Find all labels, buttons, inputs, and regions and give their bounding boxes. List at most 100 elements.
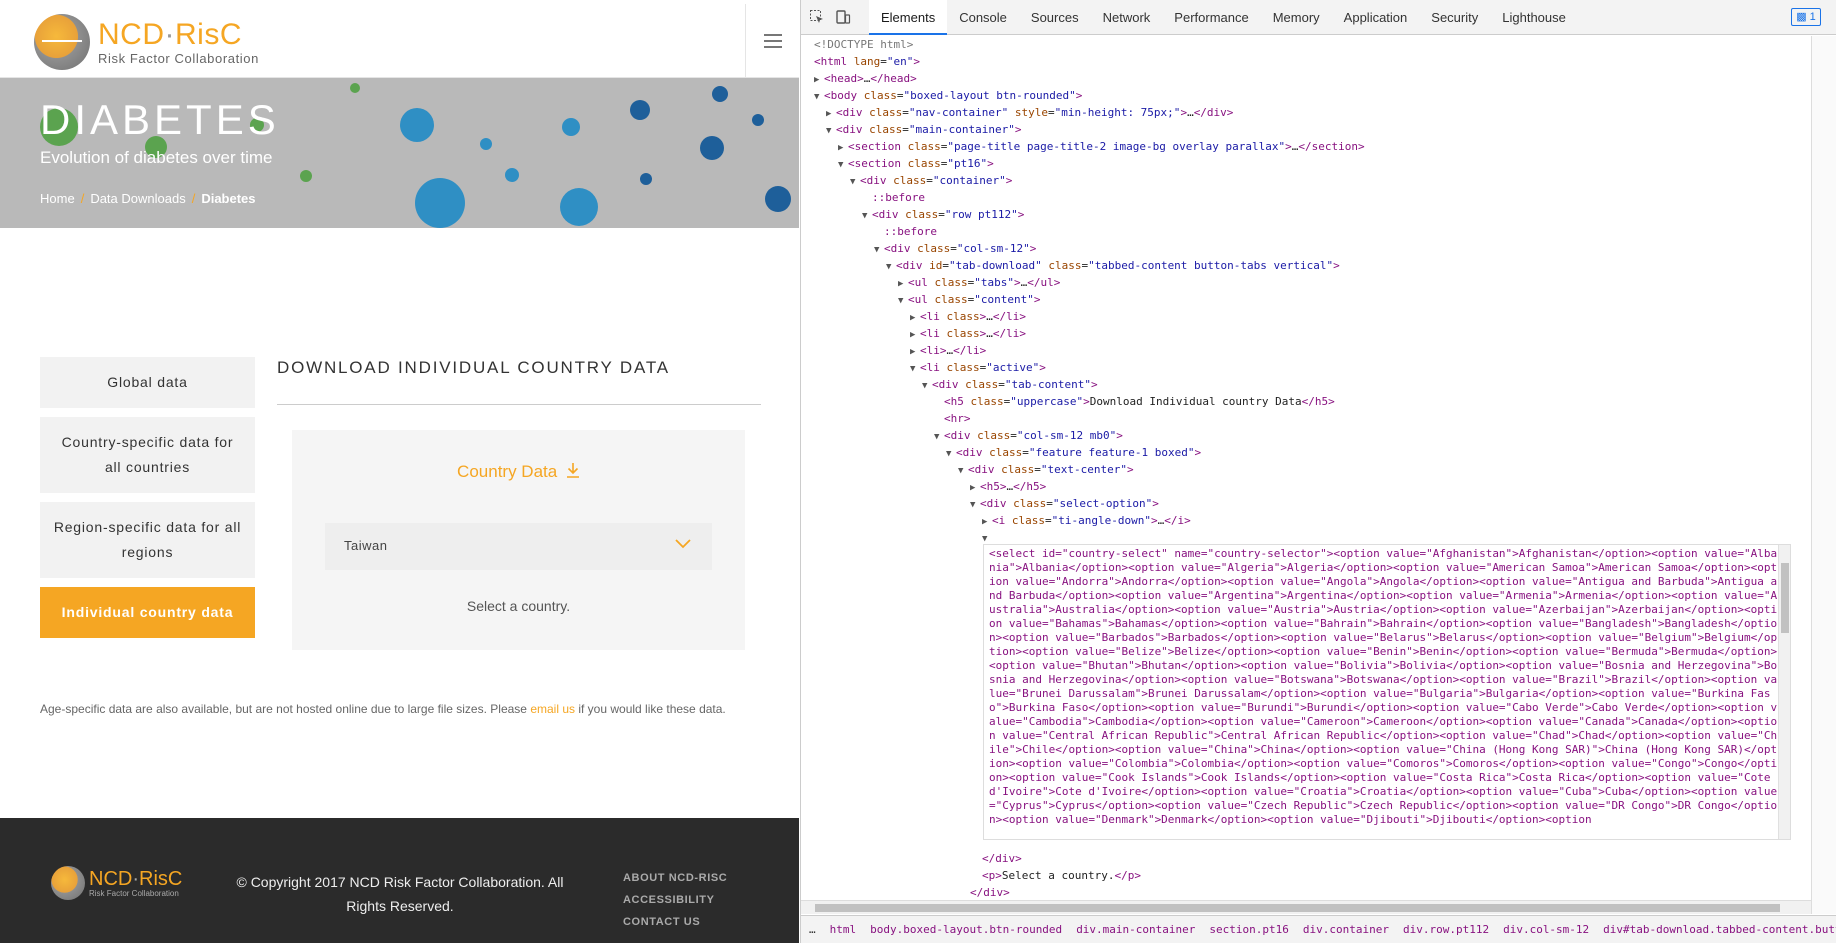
breadcrumb-current: Diabetes (201, 191, 256, 206)
dom-line[interactable]: ▶ <div class="nav-container" style="min-h… (826, 104, 1233, 121)
page-title: DIABETES (40, 96, 280, 143)
breadcrumb-home[interactable]: Home (40, 191, 75, 206)
devtools-tab-lighthouse[interactable]: Lighthouse (1490, 0, 1578, 35)
tab-region-specific-data[interactable]: Region-specific data for all regions (40, 502, 255, 578)
dom-line[interactable]: ▼ <div class="col-sm-12 mb0"> (934, 427, 1123, 444)
country-select[interactable]: Taiwan (325, 523, 712, 570)
dom-line[interactable]: ▶ <li class>…</li> (910, 325, 1026, 342)
dom-line[interactable]: ▼ <div class="feature feature-1 boxed"> (946, 444, 1201, 461)
page-hero: DIABETES Evolution of diabetes over time… (0, 78, 799, 228)
tab-country-specific-data[interactable]: Country-specific data for all countries (40, 417, 255, 493)
footer-links: ABOUT NCD-RISC ACCESSIBILITY CONTACT US (623, 872, 727, 938)
devtools-crumb[interactable]: div.col-sm-12 (1503, 923, 1589, 936)
dom-line[interactable]: </div> (970, 884, 1010, 900)
dom-line[interactable]: <html lang="en"> (814, 53, 920, 70)
dom-line[interactable]: ::before (884, 223, 937, 240)
download-section-title: DOWNLOAD INDIVIDUAL COUNTRY DATA (277, 358, 670, 377)
tab-individual-country-data[interactable]: Individual country data (40, 587, 255, 638)
dom-line[interactable]: <hr> (944, 410, 971, 427)
dom-line[interactable]: ▼ <div class="row pt112"> (862, 206, 1024, 223)
footer-copyright: © Copyright 2017 NCD Risk Factor Collabo… (236, 874, 564, 914)
devtools-tab-sources[interactable]: Sources (1019, 0, 1091, 35)
site-logo[interactable]: NCD·RisC Risk Factor Collaboration (34, 14, 259, 70)
dom-line[interactable]: <h5 class="uppercase">Download Individua… (944, 393, 1335, 410)
country-data-box: Country Data Taiwan Select a country. (292, 430, 745, 650)
devtools-tab-console[interactable]: Console (947, 0, 1019, 35)
dom-line[interactable]: ::before (872, 189, 925, 206)
styles-pane-edge (1811, 36, 1836, 914)
dom-line[interactable]: ▶ <i class="ti-angle-down">…</i> (982, 512, 1191, 529)
device-toolbar-icon[interactable] (835, 9, 851, 25)
horizontal-scrollbar[interactable] (801, 900, 1811, 914)
dom-line[interactable]: ▼ <div class="container"> (850, 172, 1012, 189)
dom-line[interactable]: <!DOCTYPE html> (814, 36, 913, 53)
breadcrumb-data-downloads[interactable]: Data Downloads (90, 191, 185, 206)
country-select-value: Taiwan (344, 538, 388, 553)
dom-line[interactable]: ▼ <li class="active"> (910, 359, 1046, 376)
dom-line[interactable]: ▶ <head>…</head> (814, 70, 917, 87)
devtools-tab-performance[interactable]: Performance (1162, 0, 1260, 35)
dom-line[interactable]: <p>Select a country.</p> (982, 867, 1141, 884)
devtools-crumb[interactable]: section.pt16 (1209, 923, 1288, 936)
dom-line[interactable]: ▶ <li class>…</li> (910, 308, 1026, 325)
chevron-down-icon (675, 539, 691, 549)
dom-line[interactable]: ▼ <div id="tab-download" class="tabbed-co… (886, 257, 1340, 274)
dom-line[interactable]: ▼ <div class="tab-content"> (922, 376, 1098, 393)
age-specific-note: Age-specific data are also available, bu… (40, 702, 726, 716)
select-html-text[interactable]: <select id="country-select" name="countr… (989, 547, 1779, 827)
dom-line[interactable]: ▼ <section class="pt16"> (838, 155, 994, 172)
devtools-tab-elements[interactable]: Elements (869, 0, 948, 35)
editor-scrollbar[interactable] (1778, 545, 1790, 839)
devtools-crumb[interactable]: … (809, 923, 816, 936)
devtools-tab-application[interactable]: Application (1332, 0, 1420, 35)
tab-global-data[interactable]: Global data (40, 357, 255, 408)
inspect-element-icon[interactable] (809, 9, 825, 25)
dom-line[interactable]: ▶ <section class="page-title page-title-2… (838, 138, 1365, 155)
dom-line[interactable]: ▶ <li>…</li> (910, 342, 986, 359)
hamburger-menu-icon[interactable] (764, 34, 782, 48)
devtools-crumb[interactable]: div.row.pt112 (1403, 923, 1489, 936)
devtools-crumb[interactable]: div#tab-download.tabbed-content.button-t… (1603, 923, 1836, 936)
site-footer: NCD·RisC Risk Factor Collaboration © Cop… (0, 818, 799, 943)
site-navbar: NCD·RisC Risk Factor Collaboration (0, 4, 799, 78)
dom-line[interactable]: ▼ <div class="col-sm-12"> (874, 240, 1036, 257)
select-help-text: Select a country. (466, 598, 571, 614)
select-html-editor[interactable]: <select id="country-select" name="countr… (983, 544, 1791, 840)
dom-line[interactable]: ▼ <div class="select-option"> (970, 495, 1159, 512)
dom-line[interactable]: ▶ <ul class="tabs">…</ul> (898, 274, 1060, 291)
devtools-tabs: Elements Console Sources Network Perform… (869, 0, 1578, 35)
logo-globe-icon (34, 14, 90, 70)
devtools-crumb[interactable]: div.main-container (1076, 923, 1195, 936)
dom-line[interactable]: ▼ <ul class="content"> (898, 291, 1040, 308)
download-icon (566, 463, 579, 478)
devtools-tab-memory[interactable]: Memory (1261, 0, 1332, 35)
nav-divider (745, 4, 746, 78)
devtools-toolbar: Elements Console Sources Network Perform… (801, 0, 1836, 35)
download-tabs: Global data Country-specific data for al… (40, 357, 255, 647)
footer-link-accessibility[interactable]: ACCESSIBILITY (623, 894, 727, 906)
website-pane: NCD·RisC Risk Factor Collaboration DIABE… (0, 0, 799, 943)
devtools-crumb[interactable]: div.container (1303, 923, 1389, 936)
devtools-crumb[interactable]: body.boxed-layout.btn-rounded (870, 923, 1062, 936)
logo-title: NCD·RisC (98, 17, 242, 51)
footer-logo-globe-icon (51, 866, 85, 900)
devtools-crumb[interactable]: html (830, 923, 857, 936)
devtools-tab-security[interactable]: Security (1419, 0, 1490, 35)
footer-logo[interactable]: NCD·RisC Risk Factor Collaboration (51, 866, 182, 900)
devtools-tab-network[interactable]: Network (1091, 0, 1163, 35)
issues-badge[interactable]: ▩ 1 (1791, 8, 1821, 26)
dom-line[interactable]: ▶ <h5>…</h5> (970, 478, 1046, 495)
dom-line[interactable]: ▼ <div class="text-center"> (958, 461, 1134, 478)
page-subtitle: Evolution of diabetes over time (40, 148, 273, 167)
footer-link-contact[interactable]: CONTACT US (623, 916, 727, 928)
devtools-pane: Elements Console Sources Network Perform… (800, 0, 1836, 943)
dom-line[interactable]: ▼ <div class="main-container"> (826, 121, 1021, 138)
section-divider (277, 404, 761, 405)
dom-line[interactable]: ▼ <body class="boxed-layout btn-rounded"> (814, 87, 1082, 104)
footer-link-about[interactable]: ABOUT NCD-RISC (623, 872, 727, 884)
dom-line[interactable]: </div> (982, 850, 1022, 867)
email-us-link[interactable]: email us (530, 702, 575, 716)
country-data-heading[interactable]: Country Data (292, 462, 745, 482)
logo-subtitle: Risk Factor Collaboration (98, 50, 259, 66)
screen: { "site": { "logo_title_a": "NCD", "logo… (0, 0, 1836, 943)
